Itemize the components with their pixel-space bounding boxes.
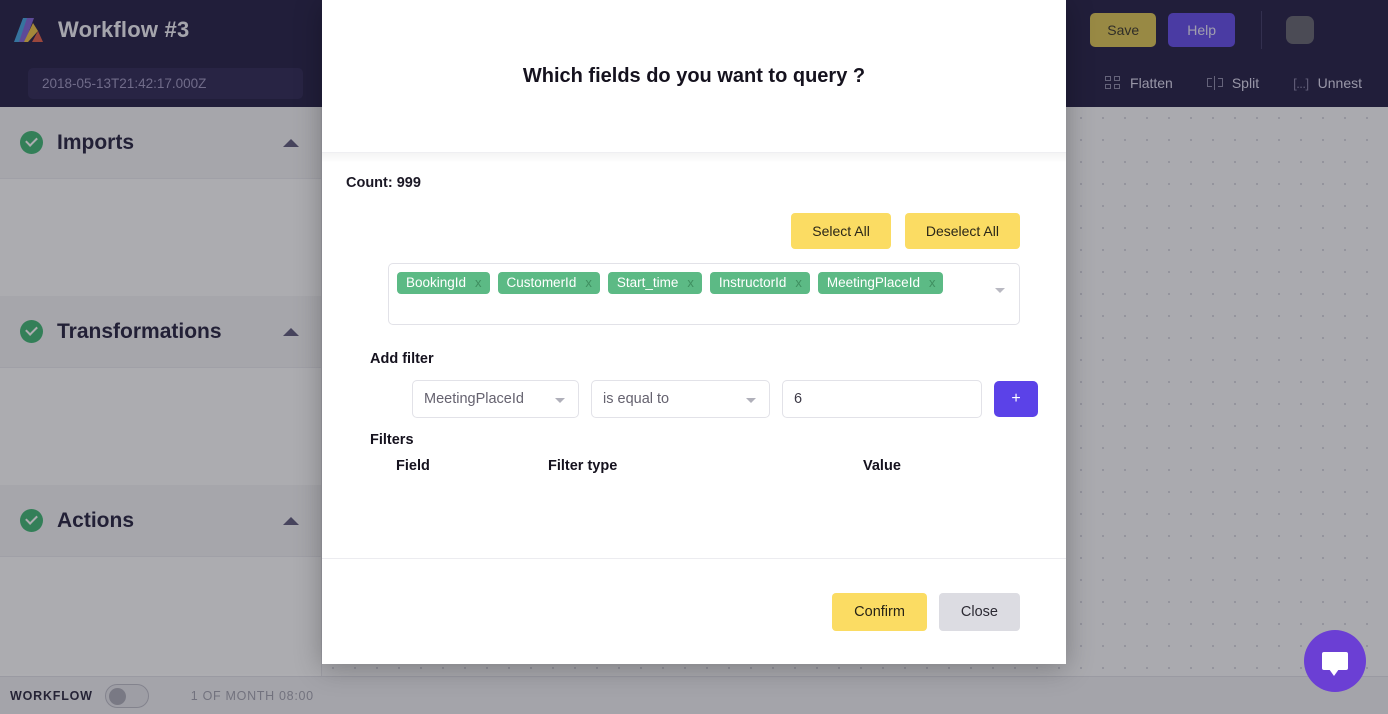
field-chip-label: MeetingPlaceId [826,275,920,290]
field-chip[interactable]: CustomerId x [497,272,600,294]
field-chip[interactable]: Start_time x [607,272,702,294]
application-window: Workflow #3 Save Help 2018-05-13T21:42:1… [0,0,1388,714]
selected-fields-multiselect[interactable]: BookingId x CustomerId x Start_time x In… [388,263,1020,325]
modal-header: Which fields do you want to query ? [322,0,1066,152]
filters-table-header: Field Filter type Value [370,448,996,474]
filter-field-value: MeetingPlaceId [424,391,524,407]
filters-table: Filters Field Filter type Value [370,432,996,518]
close-button[interactable]: Close [938,592,1020,631]
select-all-button[interactable]: Select All [791,213,891,249]
field-chip[interactable]: InstructorId x [709,272,810,294]
deselect-all-button[interactable]: Deselect All [904,213,1020,249]
filters-heading: Filters [370,432,414,448]
close-icon[interactable]: x [585,276,592,289]
filters-table-body [370,474,996,518]
modal-body: Count: 999 Select All Deselect All Booki… [322,152,1066,558]
filter-field-select[interactable]: MeetingPlaceId [412,380,579,418]
close-icon[interactable]: x [795,276,802,289]
chevron-down-icon [555,398,565,403]
add-filter-button[interactable]: + [994,381,1038,417]
modal-title: Which fields do you want to query ? [522,64,866,87]
filter-type-select[interactable]: is equal to [591,380,770,418]
close-icon[interactable]: x [929,276,936,289]
add-filter-heading: Add filter [370,351,434,367]
field-chip[interactable]: MeetingPlaceId x [817,272,944,294]
chat-bubble-icon [1322,652,1348,676]
field-chip[interactable]: BookingId x [397,272,490,294]
query-fields-modal: Which fields do you want to query ? Coun… [322,0,1066,664]
confirm-button[interactable]: Confirm [832,592,927,631]
modal-footer: Confirm Close [322,558,1066,664]
column-header-value: Value [863,458,901,474]
field-chip-label: CustomerId [506,275,577,290]
close-icon[interactable]: x [687,276,694,289]
chevron-down-icon[interactable] [995,288,1005,293]
field-chip-label: Start_time [616,275,679,290]
select-actions: Select All Deselect All [346,213,1042,249]
field-chip-label: InstructorId [718,275,787,290]
close-icon[interactable]: x [475,276,482,289]
field-chip-label: BookingId [406,275,467,290]
add-filter-row: MeetingPlaceId is equal to + [412,380,1042,418]
count-label: Count: 999 [346,175,421,191]
filter-type-value: is equal to [603,391,670,407]
chevron-down-icon [746,398,756,403]
column-header-field: Field [396,458,430,474]
chat-support-button[interactable] [1304,630,1366,692]
column-header-filter-type: Filter type [548,458,618,474]
filter-value-input[interactable] [782,380,982,418]
